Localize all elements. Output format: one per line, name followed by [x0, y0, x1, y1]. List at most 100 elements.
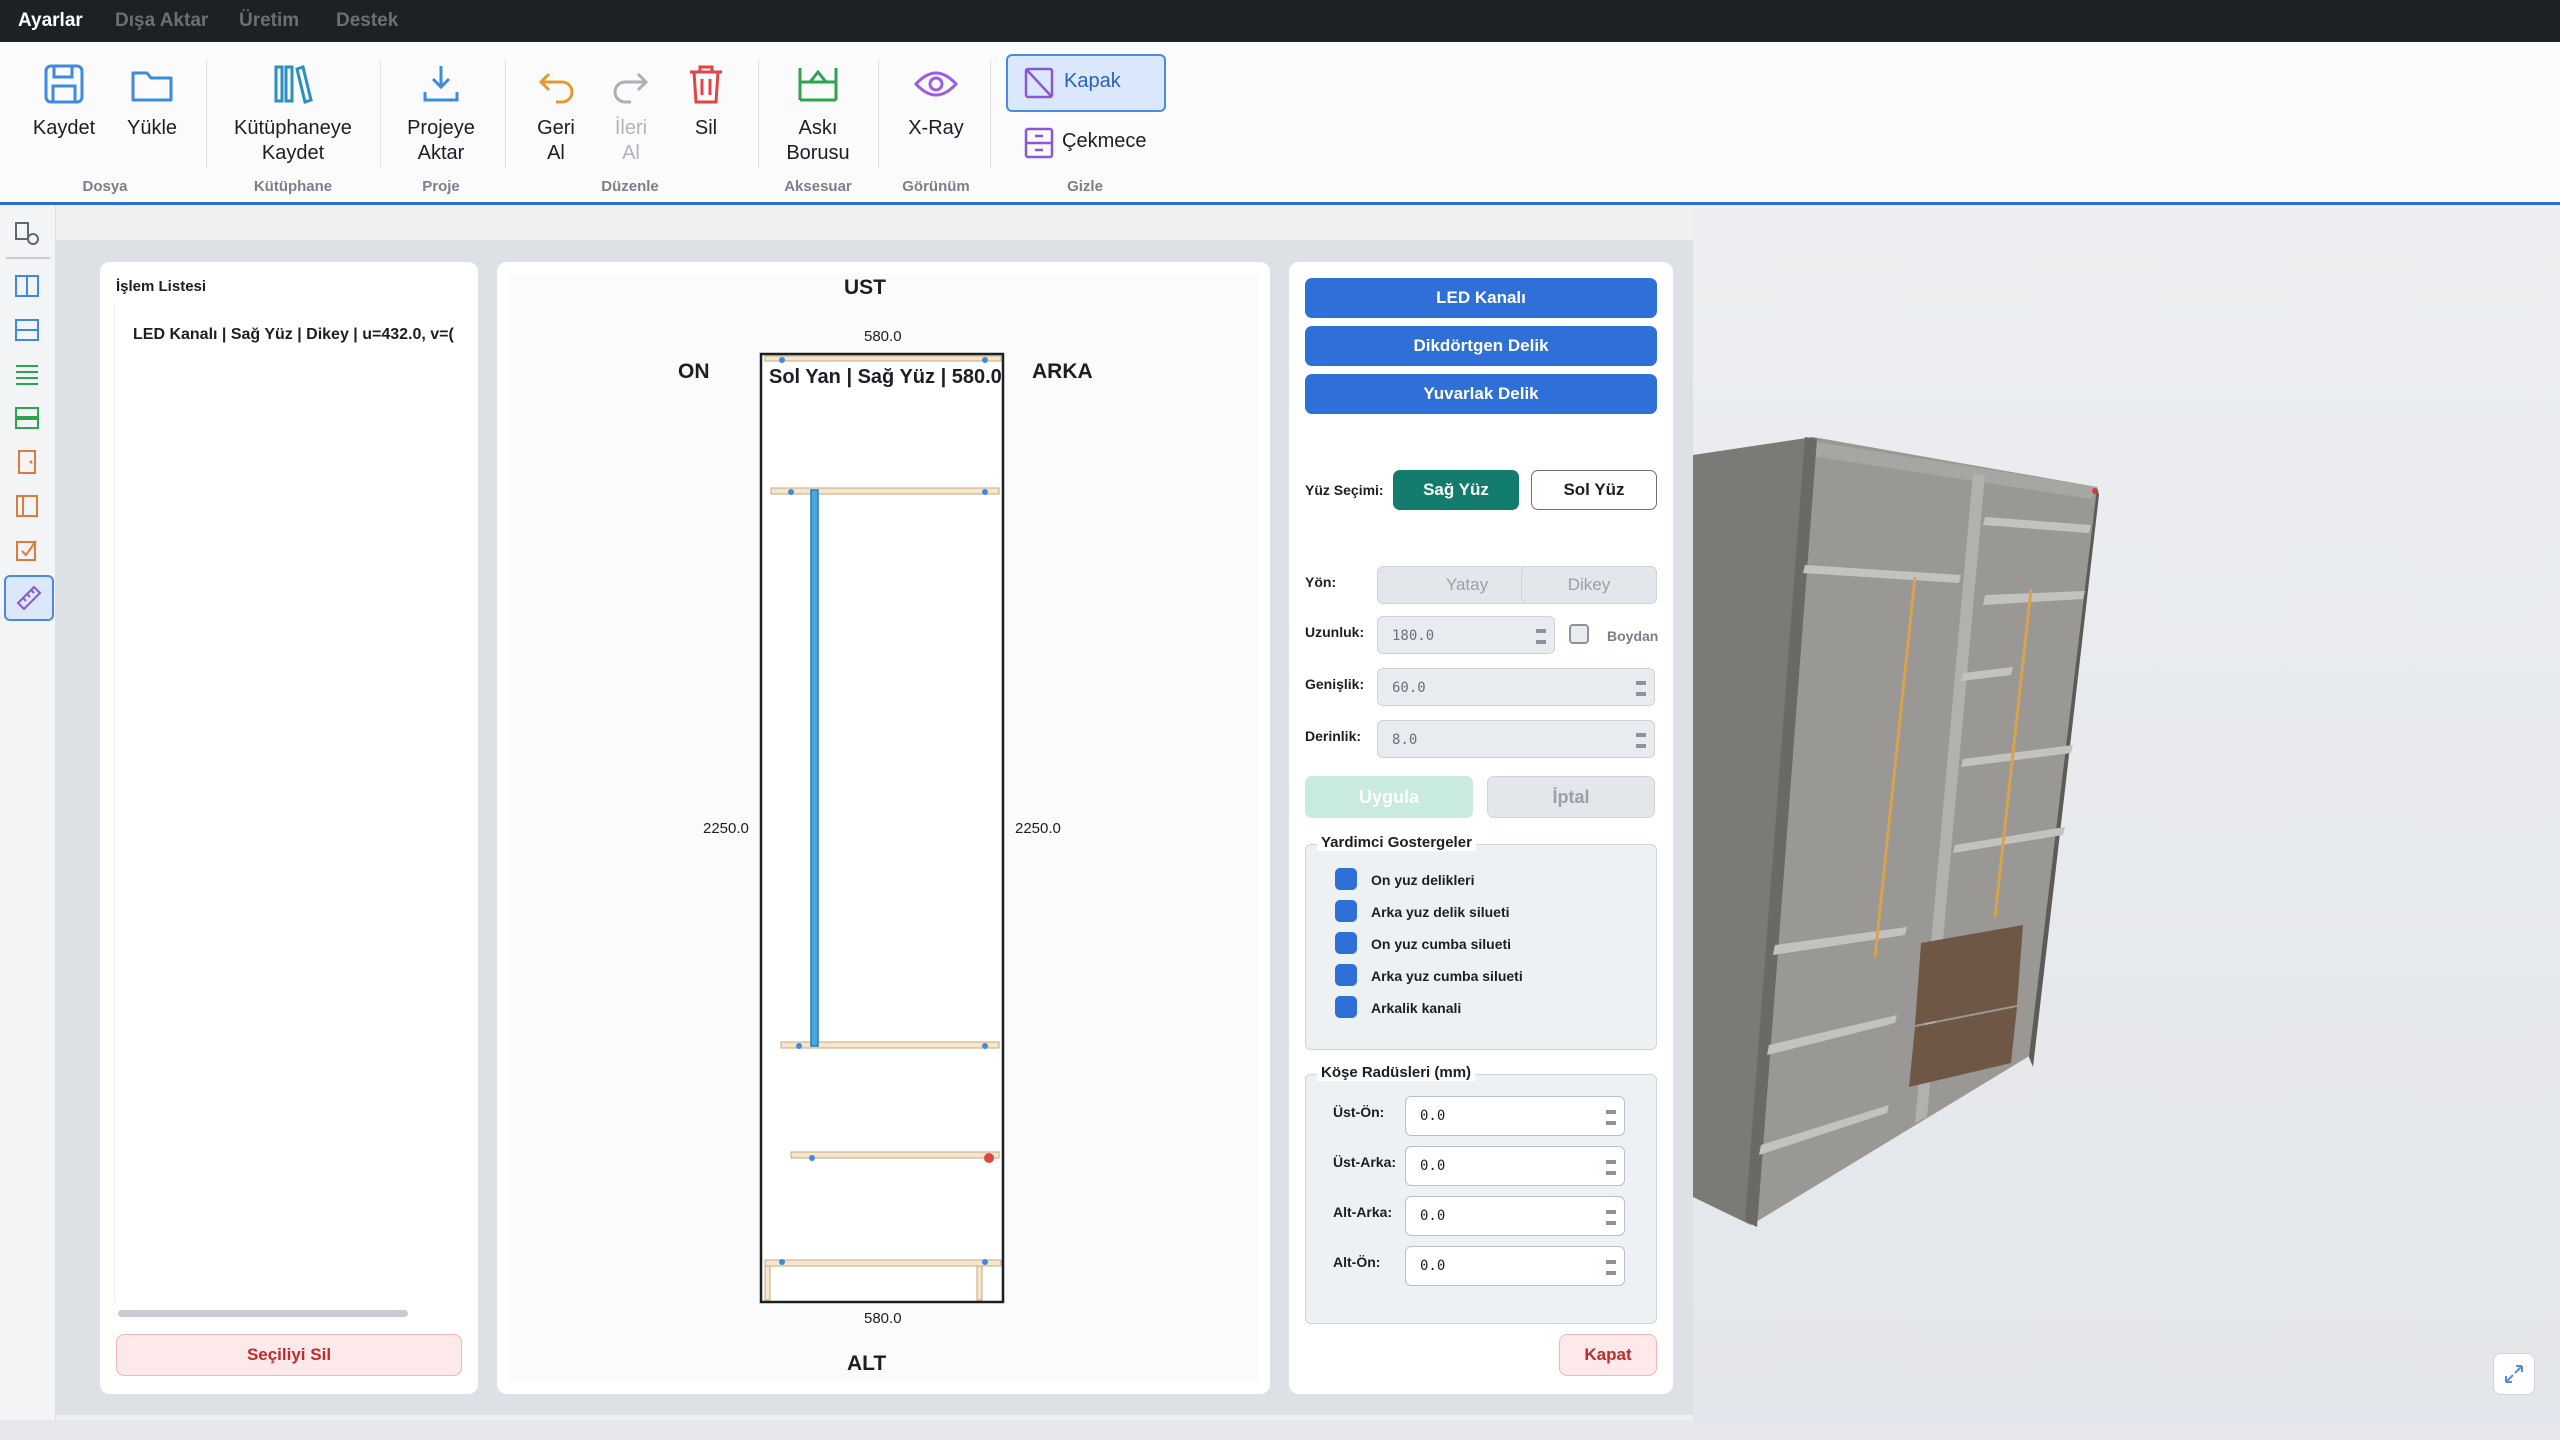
- drawers-icon[interactable]: [12, 403, 42, 433]
- side-panel-icon[interactable]: [12, 491, 42, 521]
- redo-label-2: Al: [622, 142, 640, 164]
- group-label-duzenle: Düzenle: [601, 178, 659, 195]
- load-button[interactable]: Yükle: [118, 60, 186, 141]
- bottom-shelf-line[interactable]: [764, 1259, 1002, 1267]
- 3d-viewport[interactable]: [1693, 205, 2560, 1420]
- radius-input-top-back[interactable]: 0.0: [1405, 1146, 1625, 1186]
- plinth-left: [764, 1265, 771, 1301]
- hole-dot: [779, 1259, 785, 1265]
- helper-checkbox-4[interactable]: [1335, 964, 1357, 986]
- radius-input-top-front[interactable]: 0.0: [1405, 1096, 1625, 1136]
- hide-drawer-label: Çekmece: [1062, 130, 1147, 152]
- hide-drawer-toggle[interactable]: Çekmece: [1016, 122, 1162, 168]
- menu-disa-aktar[interactable]: Dışa Aktar: [115, 10, 208, 32]
- radius-value-bottom-front: 0.0: [1420, 1258, 1446, 1274]
- panel-drawing-area: UST ALT ON ARKA 580.0 580.0 2250.0 2250.…: [497, 262, 1270, 1394]
- led-channel-mark[interactable]: [810, 489, 819, 1047]
- menu-uretim[interactable]: Üretim: [239, 10, 299, 32]
- hanger-rod-button[interactable]: Askı Borusu: [778, 60, 858, 166]
- operations-tool-active[interactable]: [4, 575, 54, 621]
- operations-list: LED Kanalı | Sağ Yüz | Dikey | u=432.0, …: [114, 302, 465, 1302]
- side-tool-strip: [0, 205, 56, 1420]
- hide-door-toggle[interactable]: Kapak: [1006, 54, 1166, 112]
- operations-title: İşlem Listesi: [116, 278, 207, 295]
- menu-ayarlar[interactable]: Ayarlar: [18, 10, 83, 32]
- face-left-button[interactable]: Sol Yüz: [1531, 470, 1657, 510]
- apply-button[interactable]: Uygula: [1305, 776, 1473, 818]
- radius-spinner-top-front[interactable]: [1606, 1103, 1616, 1132]
- expand-viewport-button[interactable]: [2493, 1353, 2535, 1395]
- helper-checkbox-1[interactable]: [1335, 868, 1357, 890]
- radius-input-bottom-front[interactable]: 0.0: [1405, 1246, 1625, 1286]
- direction-vertical-button[interactable]: Dikey: [1521, 566, 1657, 604]
- helper-label-2: Arka yuz delik silueti: [1371, 904, 1510, 920]
- vertical-split-icon[interactable]: [12, 271, 42, 301]
- helper-checkbox-5[interactable]: [1335, 996, 1357, 1018]
- depth-input[interactable]: 8.0: [1377, 720, 1655, 758]
- hole-dot: [982, 1259, 988, 1265]
- export-to-project-button[interactable]: Projeye Aktar: [398, 60, 484, 166]
- led-channel-button[interactable]: LED Kanalı: [1305, 278, 1657, 318]
- close-button[interactable]: Kapat: [1559, 1334, 1657, 1376]
- depth-spinner[interactable]: [1636, 726, 1646, 755]
- expand-icon: [2505, 1365, 2523, 1383]
- radius-spinner-bottom-front[interactable]: [1606, 1253, 1616, 1282]
- group-label-gorunum: Görünüm: [902, 178, 970, 195]
- xray-button[interactable]: X-Ray: [898, 60, 974, 141]
- helper-checkbox-3[interactable]: [1335, 932, 1357, 954]
- menu-bar: Ayarlar Dışa Aktar Üretim Destek: [0, 0, 2560, 42]
- hole-dot: [982, 489, 988, 495]
- save-button[interactable]: Kaydet: [28, 60, 100, 141]
- group-label-dosya: Dosya: [82, 178, 128, 195]
- radius-input-bottom-back[interactable]: 0.0: [1405, 1196, 1625, 1236]
- helpers-title: Yardimci Gostergeler: [1317, 834, 1476, 851]
- rect-hole-button[interactable]: Dikdörtgen Delik: [1305, 326, 1657, 366]
- redo-icon: [613, 72, 649, 104]
- shelf-line-3[interactable]: [790, 1151, 1000, 1159]
- helper-label-5: Arkalik kanali: [1371, 1000, 1462, 1016]
- door-icon[interactable]: [12, 447, 42, 477]
- width-spinner[interactable]: [1636, 674, 1646, 703]
- save-to-library-button[interactable]: Kütüphaneye Kaydet: [228, 60, 358, 166]
- helper-label-4: Arka yuz cumba silueti: [1371, 968, 1523, 984]
- checklist-icon[interactable]: [12, 535, 42, 565]
- shelf-line-1[interactable]: [770, 487, 1000, 495]
- status-bar: [0, 1420, 2560, 1440]
- side-panel-outline[interactable]: [759, 352, 1005, 1304]
- horizontal-scrollbar[interactable]: [118, 1310, 408, 1317]
- radius-value-top-front: 0.0: [1420, 1108, 1446, 1124]
- radius-spinner-bottom-back[interactable]: [1606, 1203, 1616, 1232]
- panel-title-label: Sol Yan | Sağ Yüz | 580.0: [765, 366, 1001, 396]
- length-value: 180.0: [1392, 628, 1435, 644]
- eye-icon: [913, 71, 959, 97]
- round-hole-button[interactable]: Yuvarlak Delik: [1305, 374, 1657, 414]
- operation-item[interactable]: LED Kanalı | Sağ Yüz | Dikey | u=432.0, …: [133, 326, 454, 344]
- radius-value-top-back: 0.0: [1420, 1158, 1446, 1174]
- wardrobe-3d-model: [1693, 437, 2099, 1227]
- horizontal-split-icon[interactable]: [12, 315, 42, 345]
- shelves-icon[interactable]: [12, 359, 42, 389]
- helper-label-1: On yuz delikleri: [1371, 872, 1475, 888]
- delete-button[interactable]: Sil: [680, 60, 732, 141]
- undo-icon: [538, 72, 574, 104]
- width-input[interactable]: 60.0: [1377, 668, 1655, 706]
- cancel-button[interactable]: İptal: [1487, 776, 1655, 818]
- top-edge-line: [764, 355, 1002, 362]
- face-right-button[interactable]: Sağ Yüz: [1393, 470, 1519, 510]
- undo-button[interactable]: Geri Al: [525, 60, 587, 166]
- redo-button[interactable]: İleri Al: [600, 60, 662, 166]
- save-to-library-label-2: Kaydet: [261, 142, 325, 164]
- panel-settings-icon[interactable]: [12, 219, 42, 249]
- length-spinner[interactable]: [1536, 622, 1546, 651]
- plinth-right: [976, 1265, 983, 1301]
- operations-panel: İşlem Listesi LED Kanalı | Sağ Yüz | Dik…: [100, 262, 478, 1394]
- undo-label-1: Geri: [537, 117, 575, 139]
- full-length-checkbox[interactable]: [1569, 624, 1589, 644]
- hanger-rod-icon: [798, 68, 838, 102]
- helper-checkbox-2[interactable]: [1335, 900, 1357, 922]
- delete-selected-button[interactable]: Seçiliyi Sil: [116, 1334, 462, 1376]
- menu-destek[interactable]: Destek: [336, 10, 398, 32]
- radius-spinner-top-back[interactable]: [1606, 1153, 1616, 1182]
- selection-marker: [2092, 488, 2098, 494]
- length-input[interactable]: 180.0: [1377, 616, 1555, 654]
